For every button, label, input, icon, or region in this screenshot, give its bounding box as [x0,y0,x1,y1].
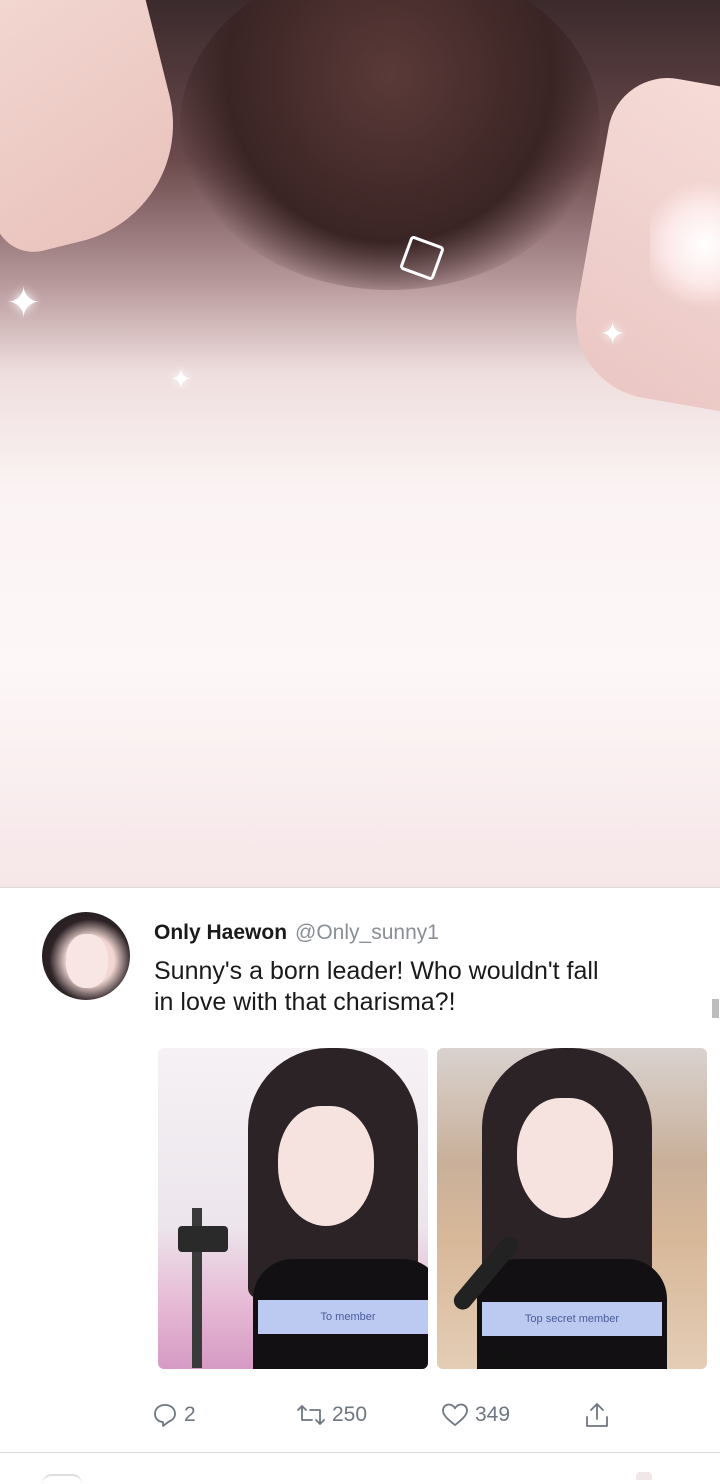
display-name[interactable]: Only Haewon [154,921,287,945]
phone-shape [178,1226,228,1252]
tweet-photo-1[interactable]: To member [158,1048,428,1369]
sparkle-icon: ✦ [600,318,626,351]
reply-button[interactable]: 2 [152,1398,196,1432]
member-band: To member [258,1300,428,1334]
like-button[interactable]: 349 [441,1398,510,1432]
scrollbar-handle[interactable] [712,999,719,1018]
reply-bubble-icon [154,1404,176,1427]
sparkle-icon: ✦ [6,279,42,326]
member-band: Top secret member [482,1302,662,1336]
art-arm-left-shape [0,0,199,261]
heart-icon [442,1403,468,1426]
figure-face-shape [517,1098,613,1218]
tweet-action-bar: 2 250 349 [0,1398,720,1432]
retweet-button[interactable]: 250 [296,1398,367,1432]
next-tweet-avatar-peek [42,1474,82,1484]
art-glow-shape [650,180,720,310]
avatar[interactable] [42,912,130,1000]
tweet-bottom-divider [0,1452,720,1453]
tweet-header: Only Haewon @Only_sunny1 [154,921,439,947]
retweet-count: 250 [332,1403,368,1426]
retweet-icon [297,1405,325,1425]
sparkle-icon: ✦ [170,364,192,394]
tweet-photo-2[interactable]: Top secret member Haewon Yu [437,1048,707,1369]
tweet-top-divider [0,887,720,888]
tweet-text: Sunny's a born leader! Who wouldn't fall… [154,956,674,1018]
art-hair-shape [180,0,600,290]
tweet-text-line: Sunny's a born leader! Who wouldn't fall [154,957,599,985]
tweet-text-line: in love with that charisma?! [154,988,456,1016]
user-handle[interactable]: @Only_sunny1 [295,921,439,945]
avatar-face-shape [66,934,108,988]
reply-count: 2 [184,1403,196,1426]
share-button[interactable] [583,1398,611,1432]
figure-face-shape [278,1106,374,1226]
comic-art-panel: ✦ ✦ ✦ [0,0,720,888]
share-icon [586,1403,608,1427]
like-count: 349 [475,1403,511,1426]
name-tag: Haewon Yu [487,1350,573,1367]
